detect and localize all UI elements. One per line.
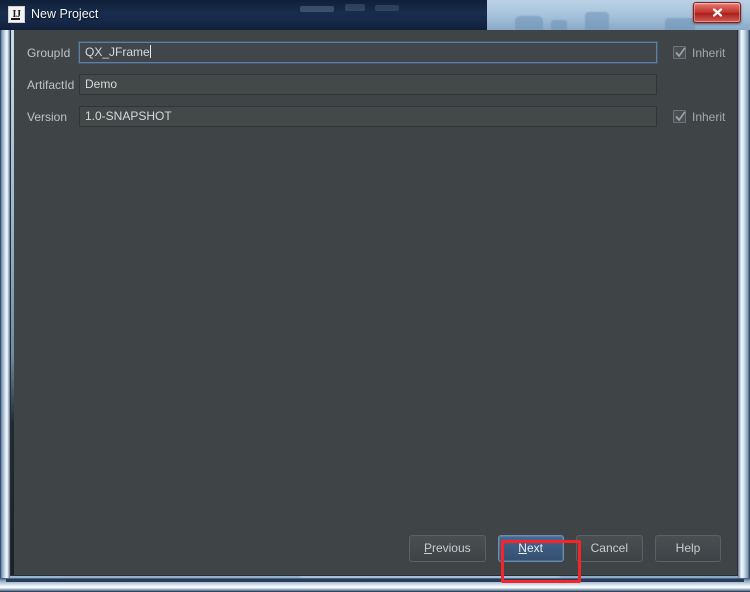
form-row-artifactid: ArtifactId Demo	[15, 70, 739, 99]
window-frame-bottom-inner	[6, 579, 744, 582]
artifactid-label: ArtifactId	[27, 77, 75, 92]
groupid-label: GroupId	[27, 45, 71, 60]
groupid-inherit-checkbox[interactable]: Inherit	[673, 46, 725, 60]
window-frame-left	[0, 0, 10, 580]
checkbox-checked-icon[interactable]	[673, 46, 686, 59]
next-button-mnemonic: N	[518, 541, 527, 555]
dialog-button-bar: Previous Next Cancel Help	[11, 528, 739, 568]
desktop-background: IJ New Project GroupId QX_JFrame Inherit…	[0, 0, 750, 592]
groupid-inherit-label: Inherit	[692, 45, 726, 60]
text-caret	[149, 45, 151, 58]
previous-button-mnemonic: P	[423, 541, 432, 555]
cancel-button[interactable]: Cancel	[575, 534, 643, 562]
previous-button-label: revious	[431, 541, 471, 555]
close-button[interactable]	[693, 2, 741, 23]
maven-coordinates-form: GroupId QX_JFrame Inherit ArtifactId Dem…	[15, 30, 739, 127]
window-title: New Project	[31, 7, 99, 21]
window-titlebar[interactable]: IJ New Project	[0, 0, 750, 30]
form-row-groupid: GroupId QX_JFrame Inherit	[15, 38, 739, 67]
previous-button[interactable]: Previous	[408, 534, 486, 562]
groupid-value: QX_JFrame	[85, 45, 150, 59]
artifactid-input[interactable]: Demo	[79, 74, 657, 95]
new-project-dialog-window: IJ New Project GroupId QX_JFrame Inherit…	[0, 0, 750, 592]
panel-left-accent	[11, 30, 14, 575]
version-label: Version	[27, 109, 68, 124]
help-button[interactable]: Help	[655, 534, 721, 562]
intellij-idea-icon: IJ	[8, 6, 25, 23]
window-frame-right	[738, 0, 750, 580]
close-icon	[712, 8, 722, 17]
groupid-input[interactable]: QX_JFrame	[79, 42, 657, 63]
next-button[interactable]: Next	[497, 534, 564, 562]
version-inherit-label: Inherit	[692, 109, 726, 124]
form-row-version: Version 1.0-SNAPSHOT Inherit	[15, 102, 739, 131]
version-inherit-checkbox[interactable]: Inherit	[673, 110, 725, 124]
checkbox-checked-icon[interactable]	[673, 110, 686, 123]
next-button-label: ext	[526, 541, 543, 555]
dialog-content-panel: GroupId QX_JFrame Inherit ArtifactId Dem…	[10, 30, 739, 583]
version-input[interactable]: 1.0-SNAPSHOT	[79, 106, 657, 127]
